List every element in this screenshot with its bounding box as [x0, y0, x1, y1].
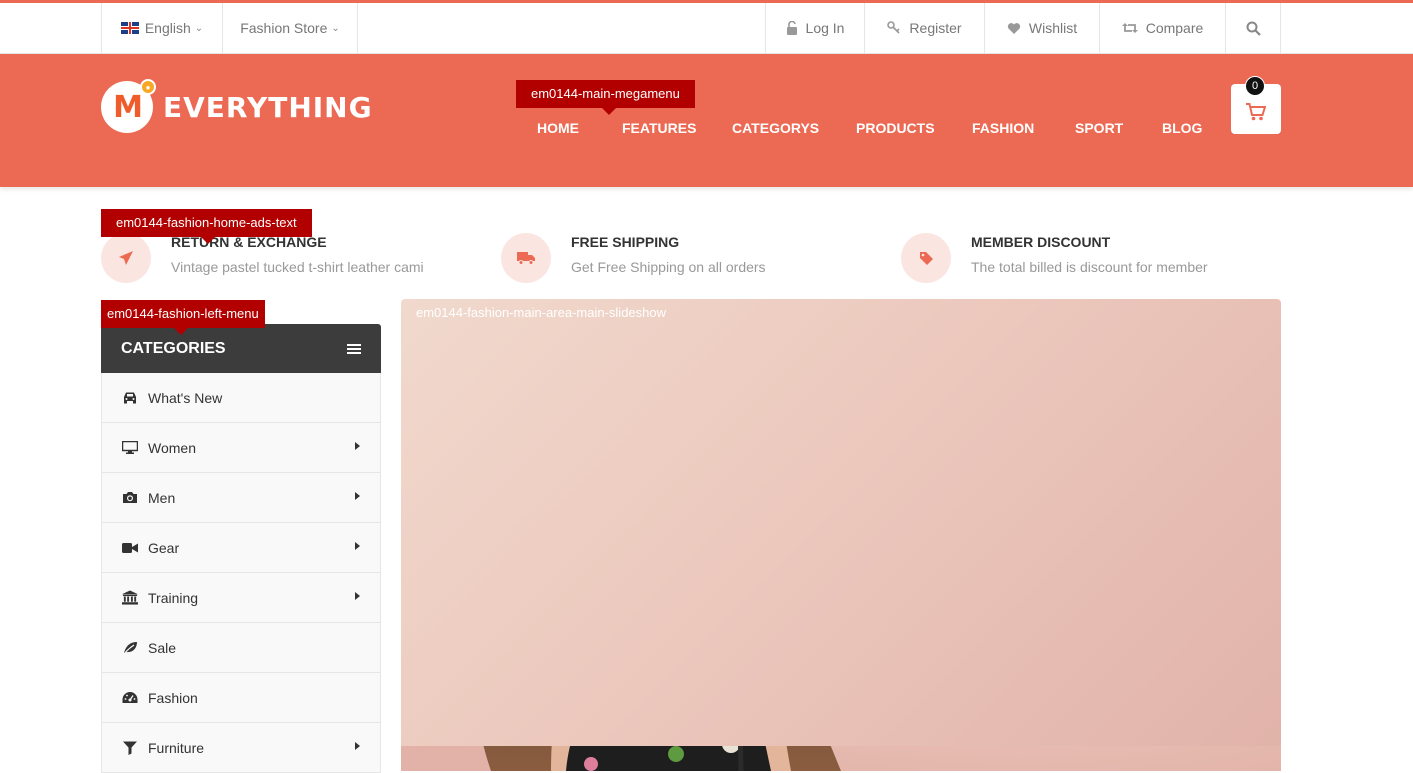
hamburger-icon[interactable]: [347, 343, 361, 355]
camera-icon: [122, 491, 138, 504]
nav-features[interactable]: FEATURES: [622, 120, 696, 136]
caret-right-icon: [355, 592, 360, 600]
category-label: Furniture: [148, 739, 205, 756]
category-label: Women: [148, 439, 196, 456]
language-label: English: [144, 20, 191, 36]
cart-button[interactable]: 0: [1231, 76, 1281, 134]
category-label: What's New: [148, 389, 223, 406]
truck-icon: [501, 233, 551, 283]
shopping-cart-icon: [1246, 103, 1266, 121]
store-selector[interactable]: Fashion Store ⌄: [222, 3, 358, 53]
logo-mark: M ●: [101, 79, 156, 133]
key-icon: [887, 21, 901, 35]
category-label: Gear: [148, 539, 180, 556]
feature-title: FREE SHIPPING: [571, 234, 680, 250]
caret-right-icon: [355, 742, 360, 750]
paper-plane-icon: [101, 233, 151, 283]
unlock-icon: [786, 21, 798, 35]
feature-desc: The total billed is discount for member: [971, 259, 1208, 275]
compare-link[interactable]: Compare: [1099, 3, 1225, 53]
compare-label: Compare: [1145, 20, 1204, 36]
nav-blog[interactable]: BLOG: [1162, 120, 1202, 136]
retweet-icon: [1121, 22, 1138, 34]
car-icon: [122, 391, 138, 404]
feature-title: MEMBER DISCOUNT: [971, 234, 1111, 250]
category-item-sale[interactable]: Sale: [102, 623, 380, 673]
site-logo[interactable]: M ● EVERYTHING: [101, 79, 373, 133]
bank-icon: [122, 590, 138, 605]
category-item-women[interactable]: Women: [102, 423, 380, 473]
video-camera-icon: [122, 542, 138, 554]
login-link[interactable]: Log In: [765, 3, 864, 53]
wishlist-label: Wishlist: [1028, 20, 1078, 36]
category-item-men[interactable]: Men: [102, 473, 380, 523]
caret-right-icon: [355, 492, 360, 500]
categories-title: CATEGORIES: [121, 339, 226, 357]
store-label: Fashion Store: [240, 20, 328, 36]
category-item-whats-new[interactable]: What's New: [102, 373, 380, 423]
register-link[interactable]: Register: [864, 3, 984, 53]
register-label: Register: [909, 20, 962, 36]
search-button[interactable]: [1225, 3, 1281, 53]
ads-text-tag: em0144-fashion-home-ads-text: [101, 209, 312, 244]
top-bar: English ⌄ Fashion Store ⌄ Log In Registe…: [0, 0, 1413, 54]
category-item-training[interactable]: Training: [102, 573, 380, 623]
tag-icon: [901, 233, 951, 283]
dashboard-icon: [122, 691, 138, 704]
heart-icon: [1007, 22, 1021, 35]
category-label: Sale: [148, 639, 177, 656]
feature-desc: Get Free Shipping on all orders: [571, 259, 766, 275]
caret-right-icon: [355, 442, 360, 450]
feature-desc: Vintage pastel tucked t-shirt leather ca…: [171, 259, 424, 275]
category-item-fashion[interactable]: Fashion: [102, 673, 380, 723]
categories-list: What's New Women Men Gear Training Sale: [101, 373, 381, 773]
chevron-down-icon: ⌄: [331, 22, 340, 34]
login-label: Log In: [805, 20, 845, 36]
category-label: Training: [148, 589, 199, 606]
uk-flag-icon: [120, 22, 139, 34]
nav-categorys[interactable]: CATEGORYS: [732, 120, 819, 136]
categories-header[interactable]: CATEGORIES: [101, 324, 381, 373]
nav-home[interactable]: HOME: [537, 120, 579, 136]
logo-badge-icon: ●: [140, 79, 156, 95]
main-header: M ● EVERYTHING em0144-main-megamenu HOME…: [0, 54, 1413, 187]
feature-discount: MEMBER DISCOUNT The total billed is disc…: [901, 233, 1208, 285]
category-label: Fashion: [148, 689, 198, 706]
left-menu-tag: em0144-fashion-left-menu: [101, 300, 265, 335]
leaf-icon: [122, 641, 138, 654]
monitor-icon: [122, 441, 138, 454]
feature-return: RETURN & EXCHANGE Vintage pastel tucked …: [101, 233, 424, 285]
category-item-furniture[interactable]: Furniture: [102, 723, 380, 773]
language-selector[interactable]: English ⌄: [101, 3, 222, 53]
search-icon: [1246, 21, 1261, 36]
chevron-down-icon: ⌄: [194, 22, 204, 34]
feature-shipping: FREE SHIPPING Get Free Shipping on all o…: [501, 233, 766, 285]
wishlist-link[interactable]: Wishlist: [984, 3, 1099, 53]
nav-fashion[interactable]: FASHION: [972, 120, 1034, 136]
nav-products[interactable]: PRODUCTS: [856, 120, 935, 136]
caret-right-icon: [355, 542, 360, 550]
category-item-gear[interactable]: Gear: [102, 523, 380, 573]
filter-icon: [122, 741, 138, 755]
nav-sport[interactable]: SPORT: [1075, 120, 1123, 136]
category-label: Men: [148, 489, 176, 506]
slideshow-tag: em0144-fashion-main-area-main-slideshow: [401, 299, 1281, 746]
megamenu-tag: em0144-main-megamenu: [516, 80, 695, 115]
cart-count-badge: 0: [1245, 76, 1265, 96]
logo-text: EVERYTHING: [163, 90, 373, 124]
